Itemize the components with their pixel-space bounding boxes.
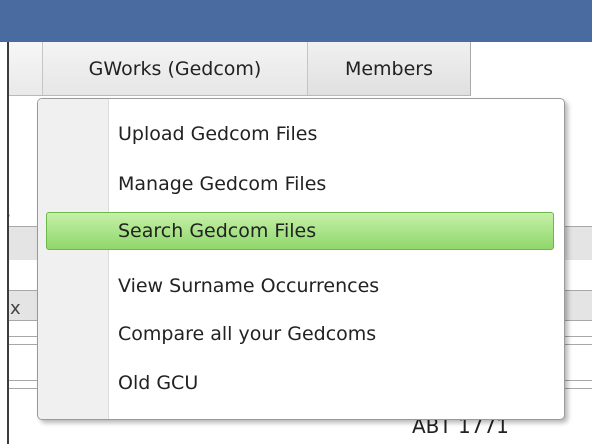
nav-tab-gworks[interactable]: GWorks (Gedcom) [42,42,308,95]
menu-item-old-gcu[interactable]: Old GCU [46,364,554,402]
background-column-fragment: x [10,298,21,319]
menu-item-upload-gedcom-files[interactable]: Upload Gedcom Files [46,115,554,153]
menu-item-view-surname-occurrences[interactable]: View Surname Occurrences [46,267,554,305]
nav-tab-members[interactable]: Members [308,42,471,95]
menu-item-search-gedcom-files[interactable]: Search Gedcom Files [46,212,554,250]
menu-item-compare-gedcoms[interactable]: Compare all your Gedcoms [46,315,554,353]
page: GWorks (Gedcom) Members · x ABT 1771 Upl… [0,0,592,444]
menu-item-manage-gedcom-files[interactable]: Manage Gedcom Files [46,165,554,203]
top-header-bar [0,0,592,42]
background-marker: · [6,206,12,225]
gworks-dropdown-menu: Upload Gedcom Files Manage Gedcom Files … [37,98,565,420]
